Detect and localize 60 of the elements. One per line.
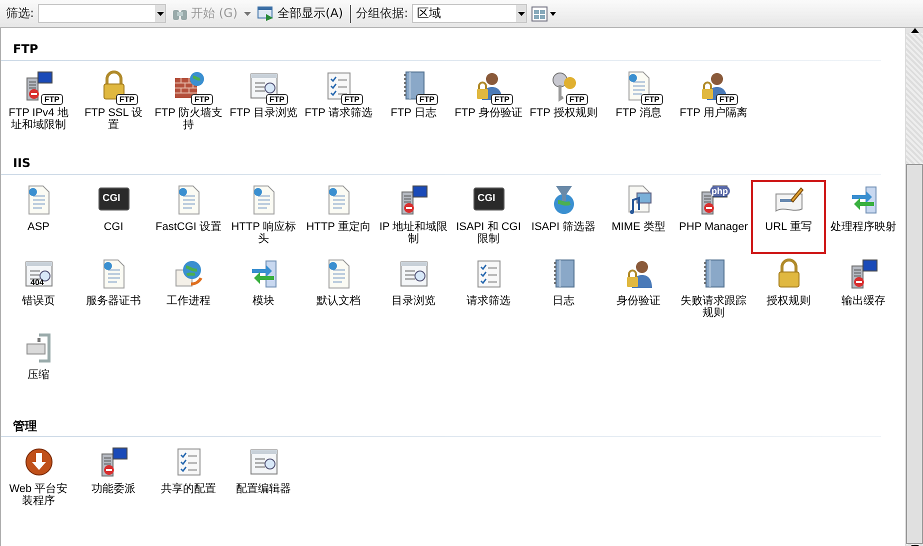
feature-tile[interactable]: HTTP 响应标头 bbox=[226, 180, 301, 254]
feature-tile[interactable]: MIME 类型 bbox=[601, 180, 676, 254]
feature-tile[interactable]: 服务器证书 bbox=[76, 254, 151, 328]
feature-tile[interactable]: HTTP 重定向 bbox=[301, 180, 376, 254]
feature-tile[interactable]: 处理程序映射 bbox=[826, 180, 901, 254]
feature-tile[interactable]: 授权规则 bbox=[751, 254, 826, 328]
feature-tile[interactable]: 输出缓存 bbox=[826, 254, 901, 328]
show-all-button[interactable]: 全部显示(A) bbox=[254, 5, 346, 22]
feature-tile[interactable]: 失败请求跟踪规则 bbox=[676, 254, 751, 328]
icon-text: CGI bbox=[478, 194, 496, 204]
icon-badge: FTP bbox=[641, 94, 662, 105]
feature-tile[interactable]: Web 平台安装程序 bbox=[1, 442, 76, 516]
feature-tile[interactable]: FTP FTP 消息 bbox=[601, 66, 676, 140]
feature-tile[interactable]: php PHP Manager bbox=[676, 180, 751, 254]
icon-badge: FTP bbox=[566, 94, 588, 105]
feature-tile[interactable]: 压缩 bbox=[1, 328, 76, 402]
feature-tile[interactable]: 请求筛选 bbox=[451, 254, 526, 328]
feature-tile[interactable]: FTP FTP 目录浏览 bbox=[226, 66, 301, 140]
feature-tile[interactable]: 功能委派 bbox=[76, 442, 151, 516]
icon-text: CGI bbox=[102, 194, 120, 204]
feature-tile[interactable]: FTP FTP 用户隔离 bbox=[676, 66, 751, 140]
section-header: 管理 bbox=[12, 418, 38, 432]
icon-badge: FTP bbox=[341, 94, 362, 105]
feature-tile[interactable]: ASP bbox=[1, 180, 76, 254]
feature-tile[interactable]: 日志 bbox=[526, 254, 601, 328]
group-by-dropdown[interactable]: 区域 bbox=[412, 4, 528, 23]
feature-tile[interactable]: CGI CGI bbox=[76, 180, 151, 254]
feature-tile[interactable]: 共享的配置 bbox=[151, 442, 226, 516]
section-header: FTP bbox=[12, 42, 40, 56]
feature-tile[interactable]: IP 地址和域限制 bbox=[376, 180, 451, 254]
feature-tile[interactable]: FTP FTP 授权规则 bbox=[526, 66, 601, 140]
icon-badge: FTP bbox=[116, 94, 138, 105]
feature-tile[interactable]: FTP FTP 防火墙支持 bbox=[151, 66, 226, 140]
feature-tile[interactable]: 404 错误页 bbox=[1, 254, 76, 328]
feature-tile[interactable]: ISAPI 筛选器 bbox=[526, 180, 601, 254]
feature-tile[interactable]: FTP FTP SSL 设置 bbox=[76, 66, 151, 140]
icon-badge: FTP bbox=[266, 94, 288, 105]
filter-label: 筛选: bbox=[6, 5, 34, 22]
icon-text: php bbox=[710, 186, 730, 196]
feature-tile[interactable]: FTP FTP IPv4 地址和域限制 bbox=[1, 66, 76, 140]
feature-tile[interactable]: 目录浏览 bbox=[376, 254, 451, 328]
feature-tile[interactable]: FTP FTP 身份验证 bbox=[451, 66, 526, 140]
feature-tile[interactable]: 身份验证 bbox=[601, 254, 676, 328]
feature-tile[interactable]: 默认文档 bbox=[301, 254, 376, 328]
feature-tile[interactable]: 模块 bbox=[226, 254, 301, 328]
feature-tile[interactable]: CGI ISAPI 和 CGI 限制 bbox=[451, 180, 526, 254]
feature-tile[interactable]: URL 重写 bbox=[751, 180, 826, 254]
icon-badge: FTP bbox=[491, 94, 512, 105]
feature-tile[interactable]: FTP FTP 请求筛选 bbox=[301, 66, 376, 140]
feature-tile[interactable]: 配置编辑器 bbox=[226, 442, 301, 516]
icon-badge: FTP bbox=[716, 94, 738, 105]
icon-text: 404 bbox=[30, 278, 44, 288]
feature-tile[interactable]: FastCGI 设置 bbox=[151, 180, 226, 254]
section-header: IIS bbox=[12, 156, 32, 170]
icon-badge: FTP bbox=[191, 94, 212, 105]
feature-tile[interactable]: FTP FTP 日志 bbox=[376, 66, 451, 140]
group-by-label: 分组依据: bbox=[356, 5, 408, 22]
icon-badge: FTP bbox=[41, 94, 62, 105]
icon-badge: FTP bbox=[416, 94, 438, 105]
feature-tile[interactable]: 工作进程 bbox=[151, 254, 226, 328]
